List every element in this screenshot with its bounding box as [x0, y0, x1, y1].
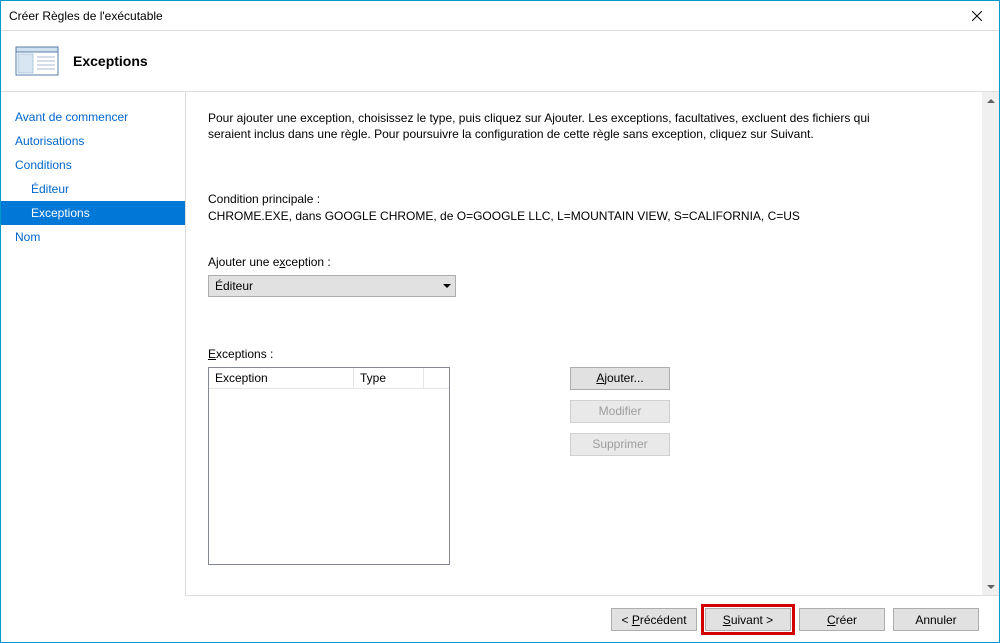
exceptions-listview[interactable]: Exception Type: [208, 367, 450, 565]
previous-button[interactable]: < Précédent: [611, 608, 697, 631]
column-exception[interactable]: Exception: [209, 368, 354, 388]
sidebar-item-editor[interactable]: Éditeur: [1, 177, 185, 201]
list-buttons-column: Ajouter... Modifier Supprimer: [570, 367, 670, 456]
sidebar-item-exceptions[interactable]: Exceptions: [1, 201, 185, 225]
create-label: réer: [836, 613, 857, 627]
sidebar-item-before-start[interactable]: Avant de commencer: [1, 105, 185, 129]
sidebar-item-conditions[interactable]: Conditions: [1, 153, 185, 177]
vertical-scrollbar[interactable]: [982, 92, 999, 595]
cancel-button[interactable]: Annuler: [893, 608, 979, 631]
window-title: Créer Règles de l'exécutable: [9, 9, 955, 23]
wizard-footer: < Précédent Suivant > Créer Annuler: [185, 595, 999, 643]
header-icon: [15, 44, 59, 78]
close-button[interactable]: [955, 1, 999, 31]
listview-header: Exception Type: [209, 368, 449, 389]
next-label: uivant >: [731, 613, 773, 627]
column-type[interactable]: Type: [354, 368, 424, 388]
scroll-down-icon[interactable]: [982, 578, 999, 595]
add-exception-label: Ajouter une exception :: [208, 255, 956, 269]
edit-button: Modifier: [570, 400, 670, 423]
remove-button: Supprimer: [570, 433, 670, 456]
previous-label: récédent: [640, 613, 687, 627]
chevron-down-icon: [438, 284, 455, 288]
sidebar-item-permissions[interactable]: Autorisations: [1, 129, 185, 153]
content-pane: Pour ajouter une exception, choisissez l…: [185, 91, 999, 595]
create-button[interactable]: Créer: [799, 608, 885, 631]
sidebar-item-name[interactable]: Nom: [1, 225, 185, 249]
column-spacer: [424, 368, 449, 388]
condition-label: Condition principale :: [208, 192, 956, 206]
exception-type-dropdown[interactable]: Éditeur: [208, 275, 456, 297]
main-area: Avant de commencer Autorisations Conditi…: [1, 91, 999, 595]
page-heading: Exceptions: [73, 53, 148, 69]
content-body: Pour ajouter une exception, choisissez l…: [186, 92, 982, 595]
add-button[interactable]: Ajouter...: [570, 367, 670, 390]
title-bar: Créer Règles de l'exécutable: [1, 1, 999, 31]
exceptions-list-label: Exceptions :: [208, 347, 956, 361]
next-button[interactable]: Suivant >: [705, 608, 791, 631]
condition-value: CHROME.EXE, dans GOOGLE CHROME, de O=GOO…: [208, 208, 956, 224]
exceptions-row: Exception Type Ajouter... Modifier Suppr…: [208, 367, 956, 565]
wizard-header: Exceptions: [1, 31, 999, 91]
wizard-sidebar: Avant de commencer Autorisations Conditi…: [1, 91, 185, 595]
scroll-up-icon[interactable]: [982, 92, 999, 109]
intro-text: Pour ajouter une exception, choisissez l…: [208, 110, 908, 142]
dropdown-selected-value: Éditeur: [215, 279, 438, 293]
